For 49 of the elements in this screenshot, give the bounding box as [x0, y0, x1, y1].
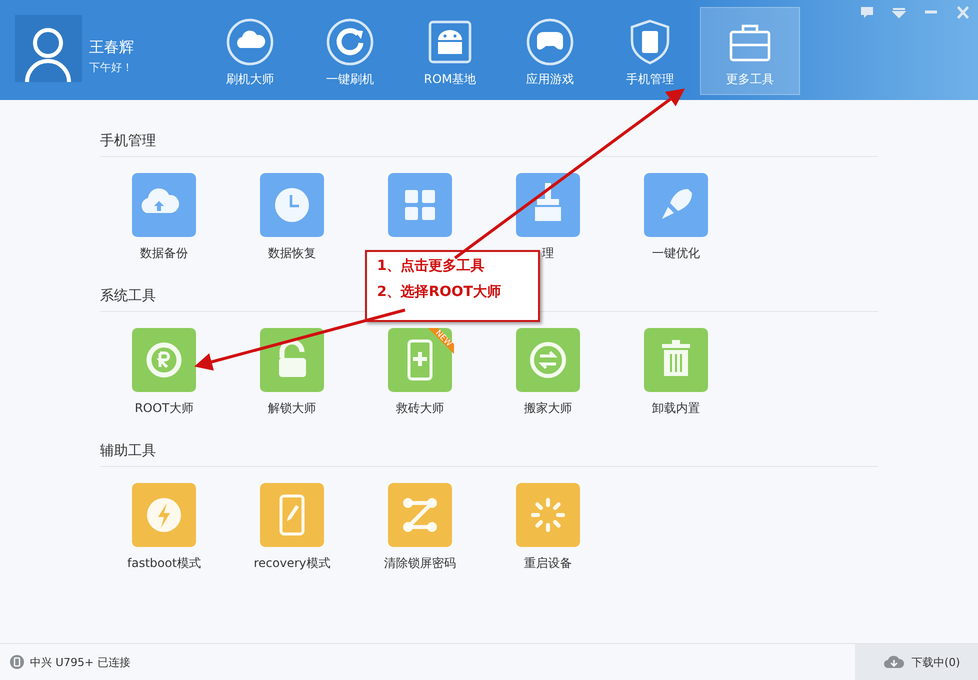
gamepad-icon — [526, 18, 574, 66]
tool-label: 搬家大师 — [524, 401, 572, 416]
instruction-text: 1、点击更多工具 — [377, 257, 486, 275]
cloud-icon — [226, 18, 274, 66]
section-title: 辅助工具 — [100, 442, 878, 467]
chat-icon[interactable] — [860, 6, 874, 19]
tool-tile-icon[interactable] — [388, 483, 452, 547]
tool-tile-icon[interactable] — [644, 328, 708, 392]
tool-tile-icon[interactable] — [516, 483, 580, 547]
tool-label: fastboot模式 — [127, 556, 201, 571]
nav-tab[interactable]: 手机管理 — [600, 7, 700, 95]
tool-tile-icon[interactable] — [388, 173, 452, 237]
tool-tile-icon[interactable] — [260, 328, 324, 392]
tool-label: ROOT大师 — [134, 401, 194, 416]
nav-tab[interactable]: 应用游戏 — [500, 7, 600, 95]
tool-label: 数据恢复 — [268, 246, 316, 261]
section-title: 手机管理 — [100, 132, 878, 157]
downloads-button[interactable]: 下载中(0) — [855, 644, 978, 680]
tool-label: 理 — [542, 246, 554, 261]
tool-label: recovery模式 — [254, 556, 330, 571]
tool-label: 解锁大师 — [268, 401, 316, 416]
tool-tile-icon[interactable] — [260, 173, 324, 237]
nav-tab[interactable]: 一键刷机 — [300, 7, 400, 95]
tool-tile-icon[interactable] — [516, 173, 580, 237]
tool-tile-icon[interactable] — [132, 483, 196, 547]
user-name: 王春辉 — [89, 38, 135, 57]
download-cloud-icon — [883, 655, 906, 669]
tool-tile-icon[interactable] — [388, 328, 452, 392]
device-status: 中兴 U795+ 已连接 — [30, 654, 130, 670]
close-icon[interactable] — [956, 6, 970, 19]
dropdown-icon[interactable] — [892, 6, 906, 19]
nav-tab[interactable]: 更多工具 — [700, 7, 800, 95]
tool-tile-icon[interactable] — [132, 173, 196, 237]
tool-label: 救砖大师 — [396, 401, 444, 416]
tool-label: 重启设备 — [524, 556, 572, 571]
android-icon — [426, 18, 474, 66]
tool-tile-icon[interactable] — [644, 173, 708, 237]
phone-icon — [10, 655, 24, 669]
tool-label: 数据备份 — [140, 246, 188, 261]
nav-tab[interactable]: ROM基地 — [400, 7, 500, 95]
tool-label: 清除锁屏密码 — [384, 556, 456, 571]
tool-tile-icon[interactable] — [132, 328, 196, 392]
tool-label: 卸载内置 — [652, 401, 700, 416]
greeting-text: 下午好！ — [89, 60, 134, 75]
nav-tab[interactable]: 刷机大师 — [200, 7, 300, 95]
tool-label: 一键优化 — [652, 246, 700, 261]
tool-tile-icon[interactable] — [516, 328, 580, 392]
refresh-icon — [326, 18, 374, 66]
tool-tile-icon[interactable] — [260, 483, 324, 547]
